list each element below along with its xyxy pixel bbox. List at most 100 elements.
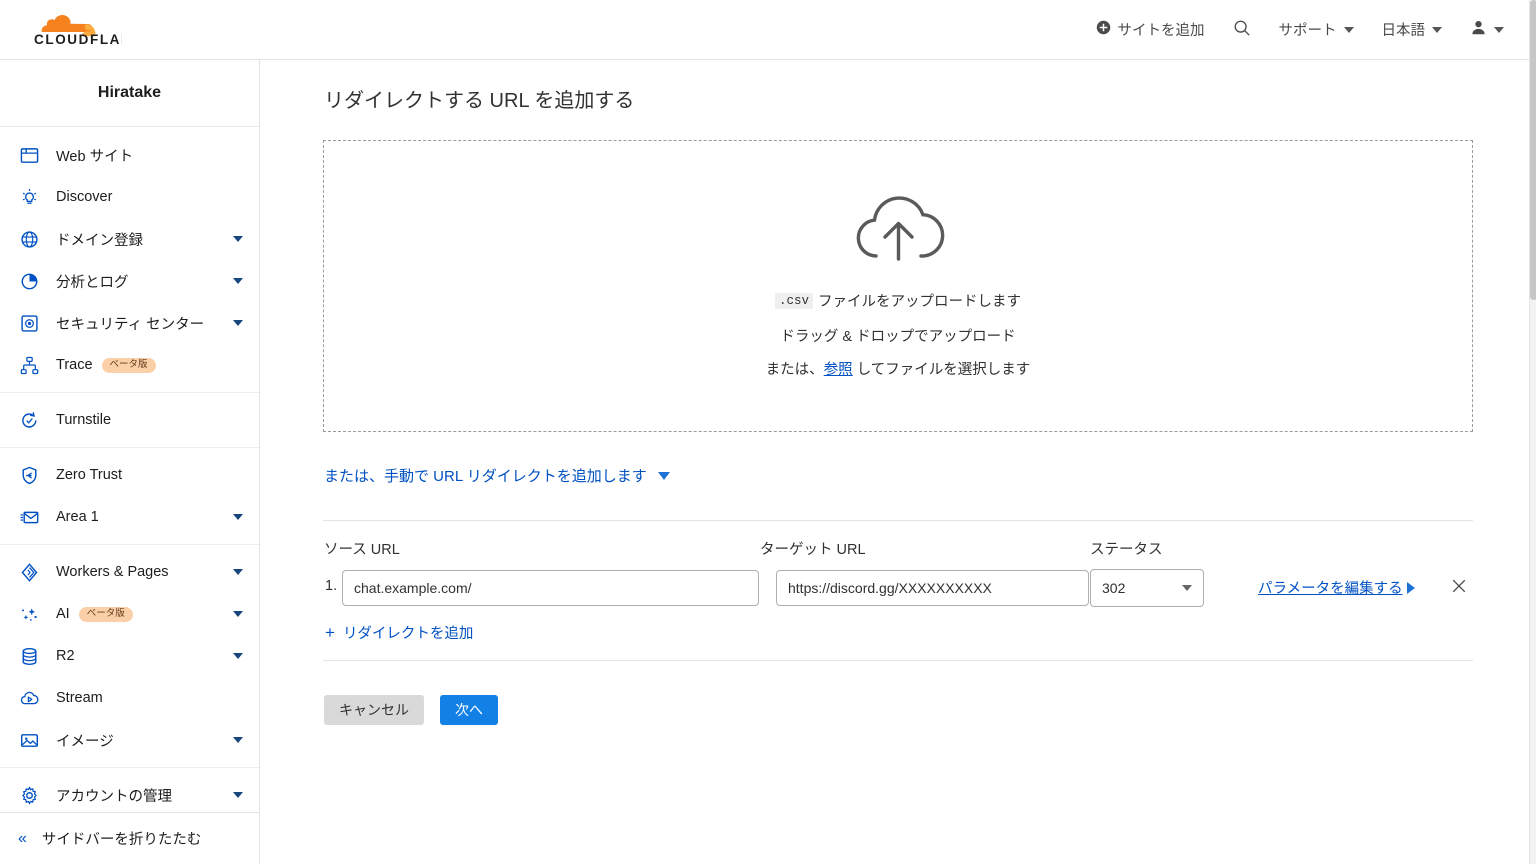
chevron-down-icon[interactable] [233,236,243,242]
row-index-label: 1. [325,578,338,594]
dropzone-line-3-prefix: または、 [765,362,824,378]
sidebar-item-stream[interactable]: Stream [0,677,259,719]
chevron-down-icon[interactable] [233,569,243,575]
edit-parameters-link[interactable]: パラメータを編集する [1258,577,1415,598]
chevron-down-icon[interactable] [233,320,243,326]
dropzone-line-1-text: ファイルをアップロードします [818,294,1021,310]
close-icon [1452,578,1466,597]
sidebar-group-4: Workers & Pages AI ベータ版 R2 Stream イメージ [0,544,259,767]
dropzone-line-3: または、参照 してファイルを選択します [766,358,1031,379]
sidebar-item-label: アカウントの管理 [56,788,172,805]
chevron-down-icon [1182,585,1192,591]
page-scrollbar-thumb[interactable] [1530,0,1536,300]
beta-badge: ベータ版 [78,606,133,622]
divider-bottom [323,660,1473,661]
add-redirect-label: リダイレクトを追加 [342,626,474,642]
sidebar-item-label: Discover [56,189,113,205]
sidebar-item-label: Area 1 [56,509,99,525]
plus-circle-icon [1096,20,1111,39]
search-button[interactable] [1219,0,1265,59]
source-url-input[interactable] [342,570,759,606]
language-label: 日本語 [1381,23,1426,39]
add-site-label: サイトを追加 [1117,23,1205,39]
main-content: リダイレクトする URL を追加する .csv ファイルをアップロードします ド… [261,60,1529,864]
chevron-down-icon[interactable] [233,792,243,798]
dropzone-line-1: .csv ファイルをアップロードします [774,290,1021,311]
manual-redirect-toggle[interactable]: または、手動で URL リダイレクトを追加します [324,465,670,486]
sidebar-item-turnstile[interactable]: Turnstile [0,399,259,441]
sidebar-item-label: Turnstile [56,412,112,428]
add-redirect-link[interactable]: + リダイレクトを追加 [325,622,473,643]
sidebar-nav: Web サイト Discover ドメイン登録 分析とログ セキュリティ センタ… [0,128,259,812]
csv-upload-dropzone[interactable]: .csv ファイルをアップロードします ドラッグ & ドロップでアップロード ま… [323,140,1473,432]
sidebar-item-security-center[interactable]: セキュリティ センター [0,302,259,344]
account-switcher[interactable]: Hiratake [0,60,259,127]
remove-redirect-row-button[interactable] [1447,575,1471,599]
sidebar-item-zero-trust[interactable]: Zero Trust [0,454,259,496]
chevron-down-icon[interactable] [233,653,243,659]
cloudflare-logo[interactable]: CLOUDFLARE [18,13,122,47]
sidebar-item-trace[interactable]: Trace ベータ版 [0,344,259,386]
support-label: サポート [1278,23,1337,39]
stream-cloud-play-icon [18,687,40,709]
page-scrollbar[interactable] [1529,0,1536,864]
account-menu[interactable] [1456,0,1518,59]
sidebar-item-area-1[interactable]: Area 1 [0,496,259,538]
divider-top [323,520,1473,521]
next-button[interactable]: 次へ [440,695,498,725]
form-actions: キャンセル 次へ [324,695,498,725]
user-avatar-icon [1470,19,1487,40]
target-url-input[interactable] [776,570,1089,606]
edit-parameters-label: パラメータを編集する [1258,581,1403,597]
account-name: Hiratake [97,84,162,101]
chevron-down-icon[interactable] [233,514,243,520]
chevron-double-left-icon: « [18,829,27,847]
sidebar-item-manage-account[interactable]: アカウントの管理 [0,774,259,812]
add-site-button[interactable]: サイトを追加 [1082,0,1219,59]
globe-icon [18,228,40,250]
sidebar-item-ai[interactable]: AI ベータ版 [0,593,259,635]
sidebar-item-label: R2 [56,648,75,664]
dropzone-line-2: ドラッグ & ドロップでアップロード [780,329,1016,345]
envelope-icon [18,506,40,528]
gear-icon [18,784,40,806]
chevron-down-icon [1432,26,1442,33]
language-menu[interactable]: 日本語 [1368,0,1457,59]
browse-files-link[interactable]: 参照 [824,362,853,378]
shield-scan-icon [18,312,40,334]
sidebar-item-websites[interactable]: Web サイト [0,134,259,176]
image-icon [18,729,40,751]
sidebar-item-discover[interactable]: Discover [0,176,259,218]
cancel-button[interactable]: キャンセル [324,695,424,725]
chevron-down-icon [1494,26,1504,33]
plus-icon: + [325,623,335,642]
dropzone-line-3-suffix: してファイルを選択します [856,362,1031,378]
chevron-down-icon[interactable] [233,737,243,743]
status-code-select[interactable]: 302 [1090,569,1204,607]
sidebar-item-label: ドメイン登録 [56,232,143,249]
top-navigation-bar: CLOUDFLARE サイトを追加 サポート 日本語 [0,0,1536,60]
ai-sparkle-icon [18,603,40,625]
collapse-sidebar-button[interactable]: « サイドバーを折りたたむ [0,812,259,864]
sidebar-group-2: Turnstile [0,392,259,447]
sidebar-group-1: Web サイト Discover ドメイン登録 分析とログ セキュリティ センタ… [0,128,259,392]
sitemap-icon [18,354,40,376]
sidebar-group-5: アカウントの管理 [0,767,259,812]
sidebar-item-label: Workers & Pages [56,564,169,580]
sidebar-item-workers-pages[interactable]: Workers & Pages [0,551,259,593]
search-icon [1233,19,1251,41]
support-menu[interactable]: サポート [1265,0,1368,59]
sidebar-item-label: AI [56,606,70,622]
sidebar-item-analytics-logs[interactable]: 分析とログ [0,260,259,302]
status-code-value: 302 [1102,580,1126,596]
chevron-down-icon[interactable] [233,611,243,617]
column-header-source-url: ソース URL [324,542,400,558]
column-header-status: ステータス [1090,542,1163,558]
browser-window-icon [18,144,40,166]
sidebar-item-label: セキュリティ センター [56,316,205,333]
sidebar-item-label: イメージ [56,733,114,750]
chevron-down-icon[interactable] [233,278,243,284]
sidebar-item-domain-registration[interactable]: ドメイン登録 [0,218,259,260]
sidebar-item-images[interactable]: イメージ [0,719,259,761]
sidebar-item-r2[interactable]: R2 [0,635,259,677]
